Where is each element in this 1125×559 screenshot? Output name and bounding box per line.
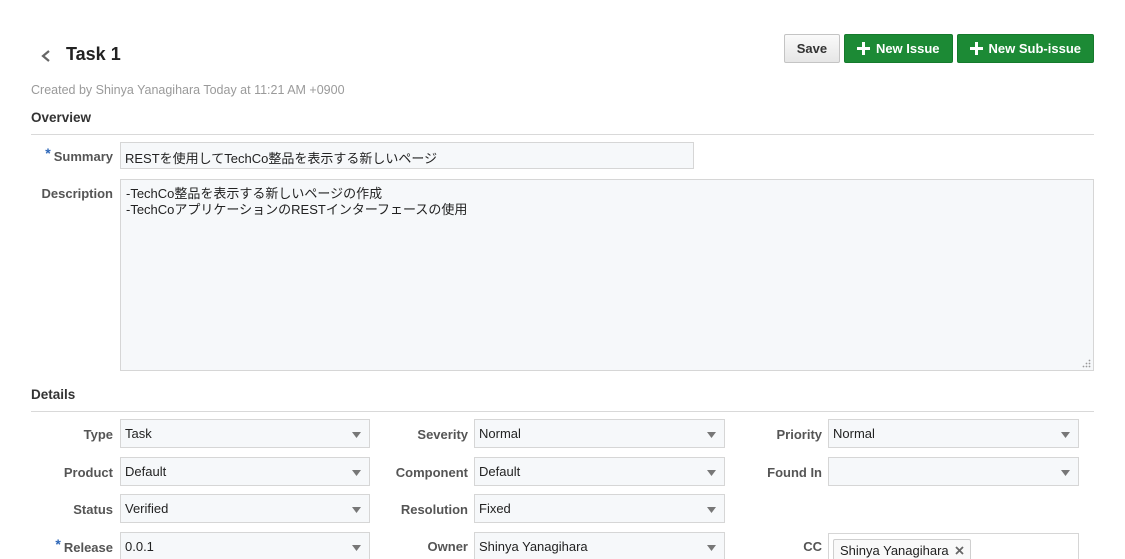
caret-down-icon — [707, 432, 716, 438]
new-subissue-button[interactable]: New Sub-issue — [956, 34, 1094, 63]
type-value: Task — [125, 426, 152, 441]
required-marker: * — [55, 536, 61, 552]
save-button[interactable]: Save — [783, 34, 840, 63]
details-heading: Details — [31, 387, 76, 402]
description-label: Description — [41, 186, 113, 201]
priority-select[interactable]: Normal — [828, 419, 1079, 448]
resize-grip-icon[interactable] — [1082, 359, 1091, 368]
description-textarea[interactable]: -TechCo整品を表示する新しいページの作成 -TechCoアプリケーションの… — [120, 179, 1094, 371]
status-value: Verified — [125, 501, 169, 516]
severity-select[interactable]: Normal — [474, 419, 725, 448]
severity-value: Normal — [479, 426, 521, 441]
type-label: Type — [83, 427, 113, 442]
found-in-label: Found In — [767, 465, 822, 480]
new-issue-button[interactable]: New Issue — [843, 34, 953, 63]
summary-label: * Summary — [45, 145, 113, 164]
component-label: Component — [395, 465, 468, 480]
caret-down-icon — [707, 470, 716, 476]
resolution-value: Fixed — [479, 501, 511, 516]
status-label: Status — [73, 502, 113, 517]
priority-value: Normal — [833, 426, 875, 441]
description-line: -TechCo整品を表示する新しいページの作成 — [126, 186, 383, 201]
resolution-select[interactable]: Fixed — [474, 494, 725, 523]
release-value: 0.0.1 — [125, 539, 154, 554]
close-icon — [955, 545, 964, 555]
new-subissue-label: New Sub-issue — [988, 41, 1081, 56]
overview-divider — [31, 134, 1094, 135]
status-select[interactable]: Verified — [120, 494, 370, 523]
required-marker: * — [45, 145, 51, 161]
type-select[interactable]: Task — [120, 419, 370, 448]
product-value: Default — [125, 464, 167, 479]
caret-down-icon — [352, 432, 361, 438]
release-label: * Release — [55, 536, 113, 555]
caret-down-icon — [1061, 470, 1070, 476]
issue-edit-page: Task 1 Created by Shinya Yanagihara Toda… — [0, 0, 1125, 559]
product-select[interactable]: Default — [120, 457, 370, 486]
caret-down-icon — [1061, 432, 1070, 438]
owner-select[interactable]: Shinya Yanagihara — [474, 532, 725, 559]
cc-input[interactable]: Shinya Yanagihara — [828, 533, 1079, 559]
summary-input[interactable]: RESTを使用してTechCo整品を表示する新しいページ — [120, 142, 694, 169]
caret-down-icon — [707, 507, 716, 513]
new-issue-label: New Issue — [875, 41, 940, 56]
overview-heading: Overview — [31, 110, 92, 125]
owner-label: Owner — [427, 539, 468, 554]
severity-label: Severity — [417, 427, 468, 442]
found-in-select[interactable] — [828, 457, 1079, 486]
plus-icon — [856, 42, 870, 55]
caret-down-icon — [352, 507, 361, 513]
page-title: Task 1 — [66, 44, 121, 64]
caret-down-icon — [707, 545, 716, 551]
caret-down-icon — [352, 470, 361, 476]
component-select[interactable]: Default — [474, 457, 725, 486]
cc-label: CC — [803, 539, 822, 554]
back-button[interactable] — [36, 46, 56, 66]
product-label: Product — [63, 465, 113, 480]
remove-chip-button[interactable] — [955, 545, 964, 555]
header-actions: Save New Issue New Sub-issue — [783, 34, 1094, 63]
description-line: -TechCoアプリケーションのRESTインターフェースの使用 — [126, 202, 468, 217]
cc-chip-label: Shinya Yanagihara — [840, 542, 949, 558]
release-select[interactable]: 0.0.1 — [120, 532, 370, 559]
cc-chip: Shinya Yanagihara — [833, 539, 971, 559]
created-info: Created by Shinya Yanagihara Today at 11… — [31, 83, 345, 97]
owner-value: Shinya Yanagihara — [479, 539, 588, 554]
priority-label: Priority — [776, 427, 822, 442]
resolution-label: Resolution — [400, 502, 468, 517]
caret-down-icon — [352, 545, 361, 551]
details-divider — [31, 411, 1094, 412]
chevron-left-icon — [41, 50, 50, 62]
plus-icon — [969, 42, 983, 55]
component-value: Default — [479, 464, 521, 479]
